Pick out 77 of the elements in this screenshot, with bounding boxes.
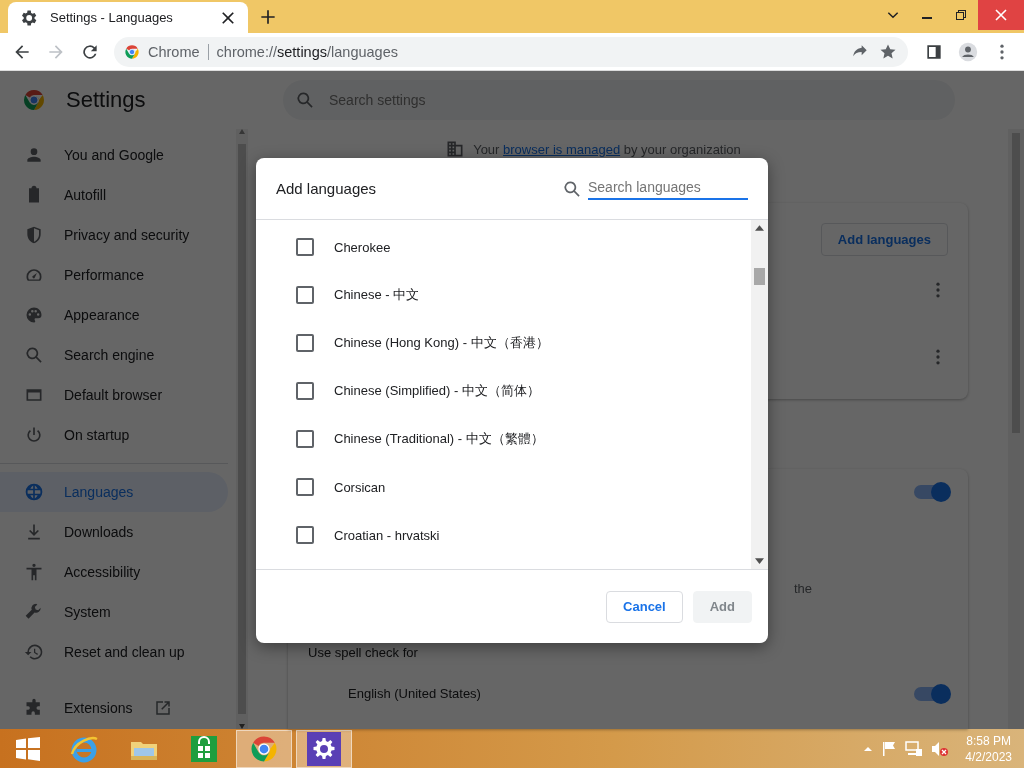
toggle-switch[interactable] bbox=[914, 686, 948, 701]
language-name: Chinese (Simplified) - 中文（简体） bbox=[334, 382, 540, 400]
flag-icon[interactable] bbox=[881, 741, 898, 757]
site-label: Chrome bbox=[148, 43, 209, 60]
language-name: Chinese (Hong Kong) - 中文（香港） bbox=[334, 334, 549, 352]
checkbox[interactable] bbox=[296, 526, 314, 544]
scroll-up-icon[interactable] bbox=[755, 224, 764, 233]
description-text: the bbox=[794, 581, 814, 598]
language-name: English (United States) bbox=[348, 686, 481, 701]
language-name: Croatian - hrvatski bbox=[334, 527, 440, 543]
chrome-logo-icon[interactable] bbox=[249, 734, 279, 764]
settings-title: Settings bbox=[66, 87, 146, 113]
gear-icon[interactable] bbox=[307, 732, 341, 766]
sidebar-item[interactable]: Extensions bbox=[0, 688, 228, 728]
person-icon bbox=[24, 145, 44, 165]
palette-icon bbox=[24, 305, 44, 325]
accessibility-icon bbox=[24, 562, 44, 582]
taskbar-button[interactable] bbox=[296, 730, 352, 768]
sidebar-item[interactable]: System bbox=[0, 592, 228, 632]
search-icon bbox=[24, 345, 44, 365]
sidebar-item[interactable]: Privacy and security bbox=[0, 215, 228, 255]
checkbox[interactable] bbox=[296, 478, 314, 496]
managed-notice: Your browser is managed by your organization bbox=[473, 141, 741, 157]
add-languages-button[interactable]: Add languages bbox=[820, 223, 948, 256]
sidebar-item[interactable]: Autofill bbox=[0, 175, 228, 215]
sidebar-item[interactable]: Appearance bbox=[0, 295, 228, 335]
language-name: Cherokee bbox=[334, 239, 391, 255]
clock-date[interactable]: 4/2/2023 bbox=[965, 749, 1012, 765]
wrench-icon bbox=[24, 602, 44, 622]
language-name: Chinese - 中文 bbox=[334, 286, 420, 304]
caret-up-icon[interactable] bbox=[863, 744, 874, 754]
sidebar-item[interactable]: Accessibility bbox=[0, 552, 228, 592]
building-icon bbox=[445, 139, 466, 159]
windows-logo-icon[interactable] bbox=[15, 736, 41, 762]
checkbox[interactable] bbox=[296, 286, 314, 304]
language-name: Corsican bbox=[334, 479, 386, 495]
search-icon bbox=[295, 90, 315, 110]
profile-avatar-icon[interactable] bbox=[958, 41, 978, 62]
checkbox[interactable] bbox=[296, 382, 314, 400]
scroll-down-icon[interactable] bbox=[755, 556, 764, 565]
restore-icon[interactable] bbox=[955, 9, 967, 21]
sidebar-item[interactable]: Default browser bbox=[0, 375, 228, 415]
toggle-switch[interactable] bbox=[914, 485, 948, 499]
close-icon[interactable] bbox=[995, 9, 1007, 21]
taskbar-button[interactable] bbox=[236, 730, 292, 768]
url-text: chrome://settings/languages bbox=[216, 43, 399, 60]
new-tab-icon[interactable] bbox=[258, 7, 278, 27]
spell-check-label: Use spell check for bbox=[308, 645, 419, 660]
history-icon bbox=[24, 642, 44, 662]
checkbox[interactable] bbox=[296, 334, 314, 352]
power-icon bbox=[24, 425, 44, 445]
sidebar-item[interactable]: You and Google bbox=[0, 135, 228, 175]
checkbox[interactable] bbox=[296, 238, 314, 256]
managed-link[interactable]: browser is managed bbox=[503, 141, 621, 157]
chrome-logo-icon bbox=[124, 43, 140, 60]
dialog-title: Add languages bbox=[276, 180, 378, 197]
shopping-bag-icon[interactable] bbox=[189, 734, 219, 764]
sidebar-item[interactable]: Languages bbox=[0, 472, 228, 512]
clock-time[interactable]: 8:58 PM bbox=[966, 733, 1011, 749]
network-icon[interactable] bbox=[905, 741, 924, 757]
globe-icon bbox=[24, 482, 44, 502]
chrome-logo-icon bbox=[22, 88, 46, 112]
dialog-button[interactable]: Cancel bbox=[606, 590, 683, 623]
speaker-muted-icon[interactable] bbox=[931, 741, 950, 757]
browser-e-icon[interactable] bbox=[69, 734, 99, 764]
checkbox[interactable] bbox=[296, 430, 314, 448]
sidebar-item[interactable]: On startup bbox=[0, 415, 228, 455]
browser-tab[interactable]: Settings - Languages bbox=[8, 2, 248, 33]
shield-icon bbox=[24, 225, 44, 245]
external-link-icon[interactable] bbox=[154, 699, 173, 717]
sidebar-item[interactable]: Search engine bbox=[0, 335, 228, 375]
address-bar[interactable]: Chrome chrome://settings/languages bbox=[114, 36, 908, 67]
language-name: Chinese (Traditional) - 中文（繁體） bbox=[334, 430, 544, 448]
sidebar-item[interactable]: Downloads bbox=[0, 512, 228, 552]
sidebar-item[interactable]: Reset and clean up bbox=[0, 632, 228, 672]
sidebar-item[interactable]: Performance bbox=[0, 255, 228, 295]
scrollbar-thumb[interactable] bbox=[754, 268, 765, 285]
